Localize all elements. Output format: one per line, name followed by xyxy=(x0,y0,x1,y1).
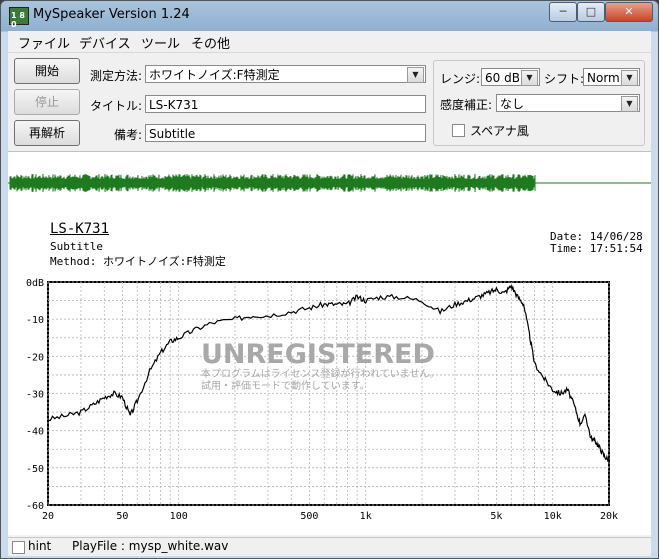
sensitivity-dropdown[interactable]: なし ▼ xyxy=(496,94,640,112)
window-title: MySpeaker Version 1.24 xyxy=(33,7,190,22)
y-tick-label: -40 xyxy=(26,427,44,438)
note-input[interactable]: Subtitle xyxy=(145,124,426,142)
x-tick-label: 20k xyxy=(600,511,618,522)
shift-value: Norm. xyxy=(587,71,624,85)
waveform-svg xyxy=(8,173,651,193)
settings-group: レンジ: 60 dB ▼ シフト: Norm. ▼ 感度補正: なし ▼ スペア… xyxy=(433,60,645,146)
menu-device[interactable]: デバイス xyxy=(79,33,131,52)
method-label: 測定方法: xyxy=(89,69,142,83)
stop-button[interactable]: 停止 xyxy=(14,89,80,115)
method-dropdown[interactable]: ホワイトノイズ:F特測定 ▼ xyxy=(145,65,426,83)
y-tick-label: -30 xyxy=(26,390,44,401)
note-label: 備考: xyxy=(113,128,142,142)
playfile-label: PlayFile : mysp_white.wav xyxy=(72,539,229,553)
close-button[interactable]: ✕ xyxy=(605,2,653,22)
spectrum-label: スペアナ風 xyxy=(470,124,529,138)
menu-tools[interactable]: ツール xyxy=(141,33,180,52)
y-tick-label: -20 xyxy=(26,352,44,363)
watermark-main: UNREGISTERED xyxy=(201,339,435,370)
app-icon: 1 8 0 xyxy=(9,7,29,29)
range-dropdown[interactable]: 60 dB ▼ xyxy=(481,68,540,86)
waveform-panel xyxy=(8,151,651,216)
app-icon-label: 1 8 0 xyxy=(11,11,25,29)
watermark-line2: 試用・評価モードで動作しています。 xyxy=(201,379,370,392)
x-tick-label: 10k xyxy=(544,511,562,522)
waveform-trace xyxy=(9,173,536,193)
sensitivity-label: 感度補正: xyxy=(440,98,493,112)
chevron-down-icon: ▼ xyxy=(521,70,538,86)
title-input[interactable]: LS-K731 xyxy=(145,95,426,113)
spectrum-checkbox[interactable] xyxy=(452,124,465,137)
frequency-response-chart: 0dB-10-20-30-40-50-60 20 50 100 500 1k 5k 10k 2… xyxy=(26,278,618,522)
start-button[interactable]: 開始 xyxy=(14,58,80,84)
control-panel: 開始 停止 再解析 測定方法: ホワイトノイズ:F特測定 ▼ タイトル: LS-… xyxy=(8,52,651,151)
menu-bar: ファイル デバイス ツール その他 xyxy=(8,31,651,52)
reanalyze-button[interactable]: 再解析 xyxy=(14,120,80,146)
maximize-button[interactable]: □ xyxy=(577,2,605,22)
range-label: レンジ: xyxy=(440,72,481,86)
app-window: 1 8 0 MySpeaker Version 1.24 ─ □ ✕ ファイル … xyxy=(0,0,659,559)
shift-dropdown[interactable]: Norm. ▼ xyxy=(583,68,640,86)
title-bar[interactable]: 1 8 0 MySpeaker Version 1.24 ─ □ ✕ xyxy=(1,1,658,29)
shift-label: シフト: xyxy=(544,72,585,86)
range-value: 60 dB xyxy=(485,71,520,85)
y-tick-label: 0dB xyxy=(26,278,44,289)
method-value: ホワイトノイズ:F特測定 xyxy=(149,68,280,82)
x-tick-label: 100 xyxy=(170,511,188,522)
x-tick-label: 50 xyxy=(116,511,128,522)
x-tick-labels: 20 50 100 500 1k 5k 10k 20k xyxy=(42,511,618,522)
minimize-button[interactable]: ─ xyxy=(549,2,577,22)
status-bar: hint PlayFile : mysp_white.wav xyxy=(8,537,651,556)
title-label: タイトル: xyxy=(89,99,142,113)
client-area: ファイル デバイス ツール その他 開始 停止 再解析 測定方法: ホワイトノイ… xyxy=(8,31,651,556)
chevron-down-icon: ▼ xyxy=(407,67,424,83)
chevron-down-icon: ▼ xyxy=(621,96,638,112)
x-tick-label: 20 xyxy=(42,511,54,522)
y-tick-label: -50 xyxy=(26,464,44,475)
sensitivity-value: なし xyxy=(500,97,525,111)
x-tick-label: 5k xyxy=(490,511,502,522)
y-tick-labels: 0dB-10-20-30-40-50-60 xyxy=(26,278,44,512)
hint-label: hint xyxy=(28,539,52,553)
menu-other[interactable]: その他 xyxy=(191,33,230,52)
x-tick-label: 1k xyxy=(360,511,372,522)
plot-area: LS-K731 Subtitle Method: ホワイトノイズ:F特測定 Da… xyxy=(8,215,651,535)
hint-checkbox[interactable] xyxy=(12,541,25,554)
menu-file[interactable]: ファイル xyxy=(18,33,70,52)
watermark-line1: 本プログラムはライセンス登録が行われていません。 xyxy=(201,367,439,380)
x-tick-label: 500 xyxy=(300,511,318,522)
chevron-down-icon: ▼ xyxy=(621,70,638,86)
y-tick-label: -10 xyxy=(26,315,44,326)
